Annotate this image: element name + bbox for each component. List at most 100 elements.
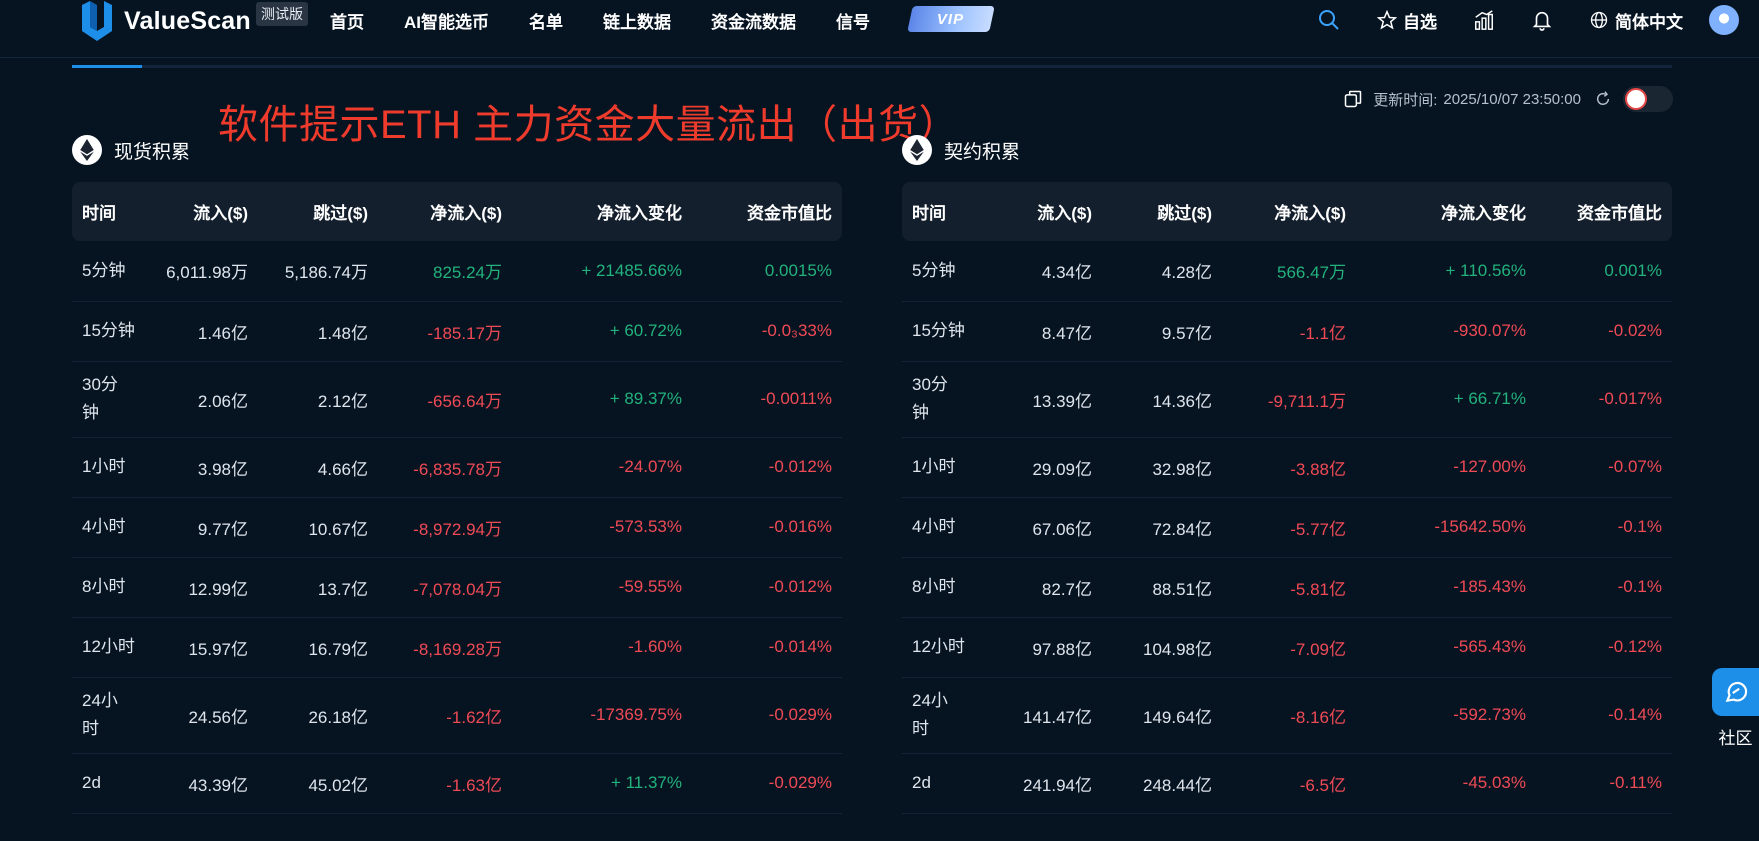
bar-chart-icon [1475, 10, 1493, 30]
cell-net-change: + 21485.66% [512, 241, 692, 302]
cell-net-inflow: -656.64万 [378, 361, 512, 438]
cell-ratio: -0.1% [1536, 497, 1672, 558]
cell-period: 24小 时 [902, 677, 1002, 754]
community-widget[interactable]: 社区 [1712, 668, 1759, 749]
vip-button[interactable]: VIP [907, 6, 995, 32]
col-inflow[interactable]: 流入($) [154, 182, 258, 241]
cell-period: 30分 钟 [72, 361, 154, 438]
cell-inflow: 2.06亿 [154, 361, 258, 438]
table-row[interactable]: 4小时 9.77亿 10.67亿 -8,972.94万 -573.53% -0.016% [72, 497, 842, 558]
table-row[interactable]: 12小时 97.88亿 104.98亿 -7.09亿 -565.43% -0.12% [902, 617, 1672, 678]
cell-period: 30分 钟 [902, 361, 1002, 438]
table-header-row: 时间 流入($) 跳过($) 净流入($) 净流入变化 资金市值比 [902, 182, 1672, 241]
cell-inflow: 29.09亿 [1002, 437, 1102, 498]
community-button[interactable] [1712, 668, 1759, 716]
cell-net-inflow: -8,169.28万 [378, 617, 512, 678]
col-net-change[interactable]: 净流入变化 [512, 182, 692, 241]
table-row[interactable]: 30分 钟 13.39亿 14.36亿 -9,711.1万 + 66.71% -0.017… [902, 361, 1672, 438]
cell-net-inflow: -7.09亿 [1222, 617, 1356, 678]
cell-net-inflow: 566.47万 [1222, 241, 1356, 302]
cell-inflow: 97.88亿 [1002, 617, 1102, 678]
cell-ratio: -0.017% [1536, 361, 1672, 438]
nav-lists[interactable]: 名单 [529, 8, 563, 33]
community-label: 社区 [1718, 729, 1753, 748]
col-ratio[interactable]: 资金市值比 [1536, 182, 1672, 241]
futures-table-body: 5分钟 4.34亿 4.28亿 566.47万 + 110.56% 0.001% 15分钟 8… [902, 241, 1672, 814]
refresh-icon[interactable] [1595, 91, 1611, 107]
table-row[interactable]: 2d 43.39亿 45.02亿 -1.63亿 + 11.37% -0.029% [72, 753, 842, 814]
cell-skip: 32.98亿 [1102, 437, 1222, 498]
col-net-inflow[interactable]: 净流入($) [378, 182, 512, 241]
col-net-change[interactable]: 净流入变化 [1356, 182, 1536, 241]
table-row[interactable]: 12小时 15.97亿 16.79亿 -8,169.28万 -1.60% -0.014% [72, 617, 842, 678]
nav-ai-coin-picker[interactable]: AI智能选币 [404, 8, 489, 33]
main-nav: 首页 AI智能选币 名单 链上数据 资金流数据 信号 VIP [330, 0, 995, 40]
table-row[interactable]: 2d 241.94亿 248.44亿 -6.5亿 -45.03% -0.11% [902, 753, 1672, 814]
cell-ratio: -0.07% [1536, 437, 1672, 498]
notifications-button[interactable] [1531, 9, 1553, 31]
cell-ratio: 0.001% [1536, 241, 1672, 302]
cell-period: 8小时 [902, 557, 1002, 618]
nav-onchain-data[interactable]: 链上数据 [603, 8, 671, 33]
col-ratio[interactable]: 资金市值比 [692, 182, 842, 241]
cell-inflow: 43.39亿 [154, 753, 258, 814]
cell-net-inflow: 825.24万 [378, 241, 512, 302]
table-row[interactable]: 4小时 67.06亿 72.84亿 -5.77亿 -15642.50% -0.1% [902, 497, 1672, 558]
cell-period: 15分钟 [902, 301, 1002, 362]
language-label: 简体中文 [1615, 12, 1683, 32]
cell-skip: 4.28亿 [1102, 241, 1222, 302]
cell-skip: 88.51亿 [1102, 557, 1222, 618]
table-row[interactable]: 8小时 12.99亿 13.7亿 -7,078.04万 -59.55% -0.012% [72, 557, 842, 618]
logo[interactable]: ValueScan [80, 0, 251, 42]
nav-home[interactable]: 首页 [330, 8, 364, 33]
header-tools: 自选 简体中文 [1317, 0, 1759, 40]
spot-panel-title: 现货积累 [72, 134, 842, 166]
cell-net-change: -15642.50% [1356, 497, 1536, 558]
cell-skip: 4.66亿 [258, 437, 378, 498]
table-row[interactable]: 1小时 29.09亿 32.98亿 -3.88亿 -127.00% -0.07% [902, 437, 1672, 498]
market-chart-button[interactable] [1473, 9, 1495, 31]
cell-period: 4小时 [902, 497, 1002, 558]
cell-net-inflow: -8,972.94万 [378, 497, 512, 558]
nav-fund-flow-data[interactable]: 资金流数据 [711, 8, 796, 33]
col-net-inflow[interactable]: 净流入($) [1222, 182, 1356, 241]
table-row[interactable]: 24小 时 141.47亿 149.64亿 -8.16亿 -592.73% -0.14% [902, 677, 1672, 754]
cell-net-change: + 110.56% [1356, 241, 1536, 302]
cell-ratio: -0.11% [1536, 753, 1672, 814]
table-row[interactable]: 5分钟 4.34亿 4.28亿 566.47万 + 110.56% 0.001% [902, 241, 1672, 302]
cell-skip: 10.67亿 [258, 497, 378, 558]
cell-ratio: -0.029% [692, 677, 842, 754]
table-row[interactable]: 1小时 3.98亿 4.66亿 -6,835.78万 -24.07% -0.012% [72, 437, 842, 498]
cell-skip: 1.48亿 [258, 301, 378, 362]
cell-inflow: 241.94亿 [1002, 753, 1102, 814]
col-skip[interactable]: 跳过($) [1102, 182, 1222, 241]
spot-title-label: 现货积累 [114, 141, 191, 163]
table-row[interactable]: 15分钟 1.46亿 1.48亿 -185.17万 + 60.72% -0.0₃33% [72, 301, 842, 362]
table-row[interactable]: 24小 时 24.56亿 26.18亿 -1.62亿 -17369.75% -0.029% [72, 677, 842, 754]
cell-ratio: -0.012% [692, 437, 842, 498]
bell-icon [1532, 11, 1552, 31]
col-time: 时间 [912, 204, 946, 223]
user-avatar[interactable] [1709, 5, 1739, 35]
table-row[interactable]: 30分 钟 2.06亿 2.12亿 -656.64万 + 89.37% -0.0011% [72, 361, 842, 438]
cell-skip: 45.02亿 [258, 753, 378, 814]
cell-period: 5分钟 [902, 241, 1002, 302]
search-button[interactable] [1317, 8, 1341, 32]
cell-net-change: -185.43% [1356, 557, 1536, 618]
table-row[interactable]: 5分钟 6,011.98万 5,186.74万 825.24万 + 21485.66% 0… [72, 241, 842, 302]
cell-skip: 9.57亿 [1102, 301, 1222, 362]
cell-ratio: -0.14% [1536, 677, 1672, 754]
nav-signals[interactable]: 信号 [836, 8, 870, 33]
table-row[interactable]: 8小时 82.7亿 88.51亿 -5.81亿 -185.43% -0.1% [902, 557, 1672, 618]
cell-ratio: -0.016% [692, 497, 842, 558]
copy-icon[interactable] [1343, 89, 1363, 109]
language-selector[interactable]: 简体中文 [1589, 8, 1683, 33]
col-inflow[interactable]: 流入($) [1002, 182, 1102, 241]
watchlist-button[interactable]: 自选 [1377, 8, 1437, 33]
table-row[interactable]: 15分钟 8.47亿 9.57亿 -1.1亿 -930.07% -0.02% [902, 301, 1672, 362]
cell-inflow: 15.97亿 [154, 617, 258, 678]
cell-net-change: -45.03% [1356, 753, 1536, 814]
futures-table: 时间 流入($) 跳过($) 净流入($) 净流入变化 资金市值比 5分钟 4.3… [902, 182, 1672, 814]
auto-refresh-toggle[interactable] [1623, 86, 1673, 112]
col-skip[interactable]: 跳过($) [258, 182, 378, 241]
